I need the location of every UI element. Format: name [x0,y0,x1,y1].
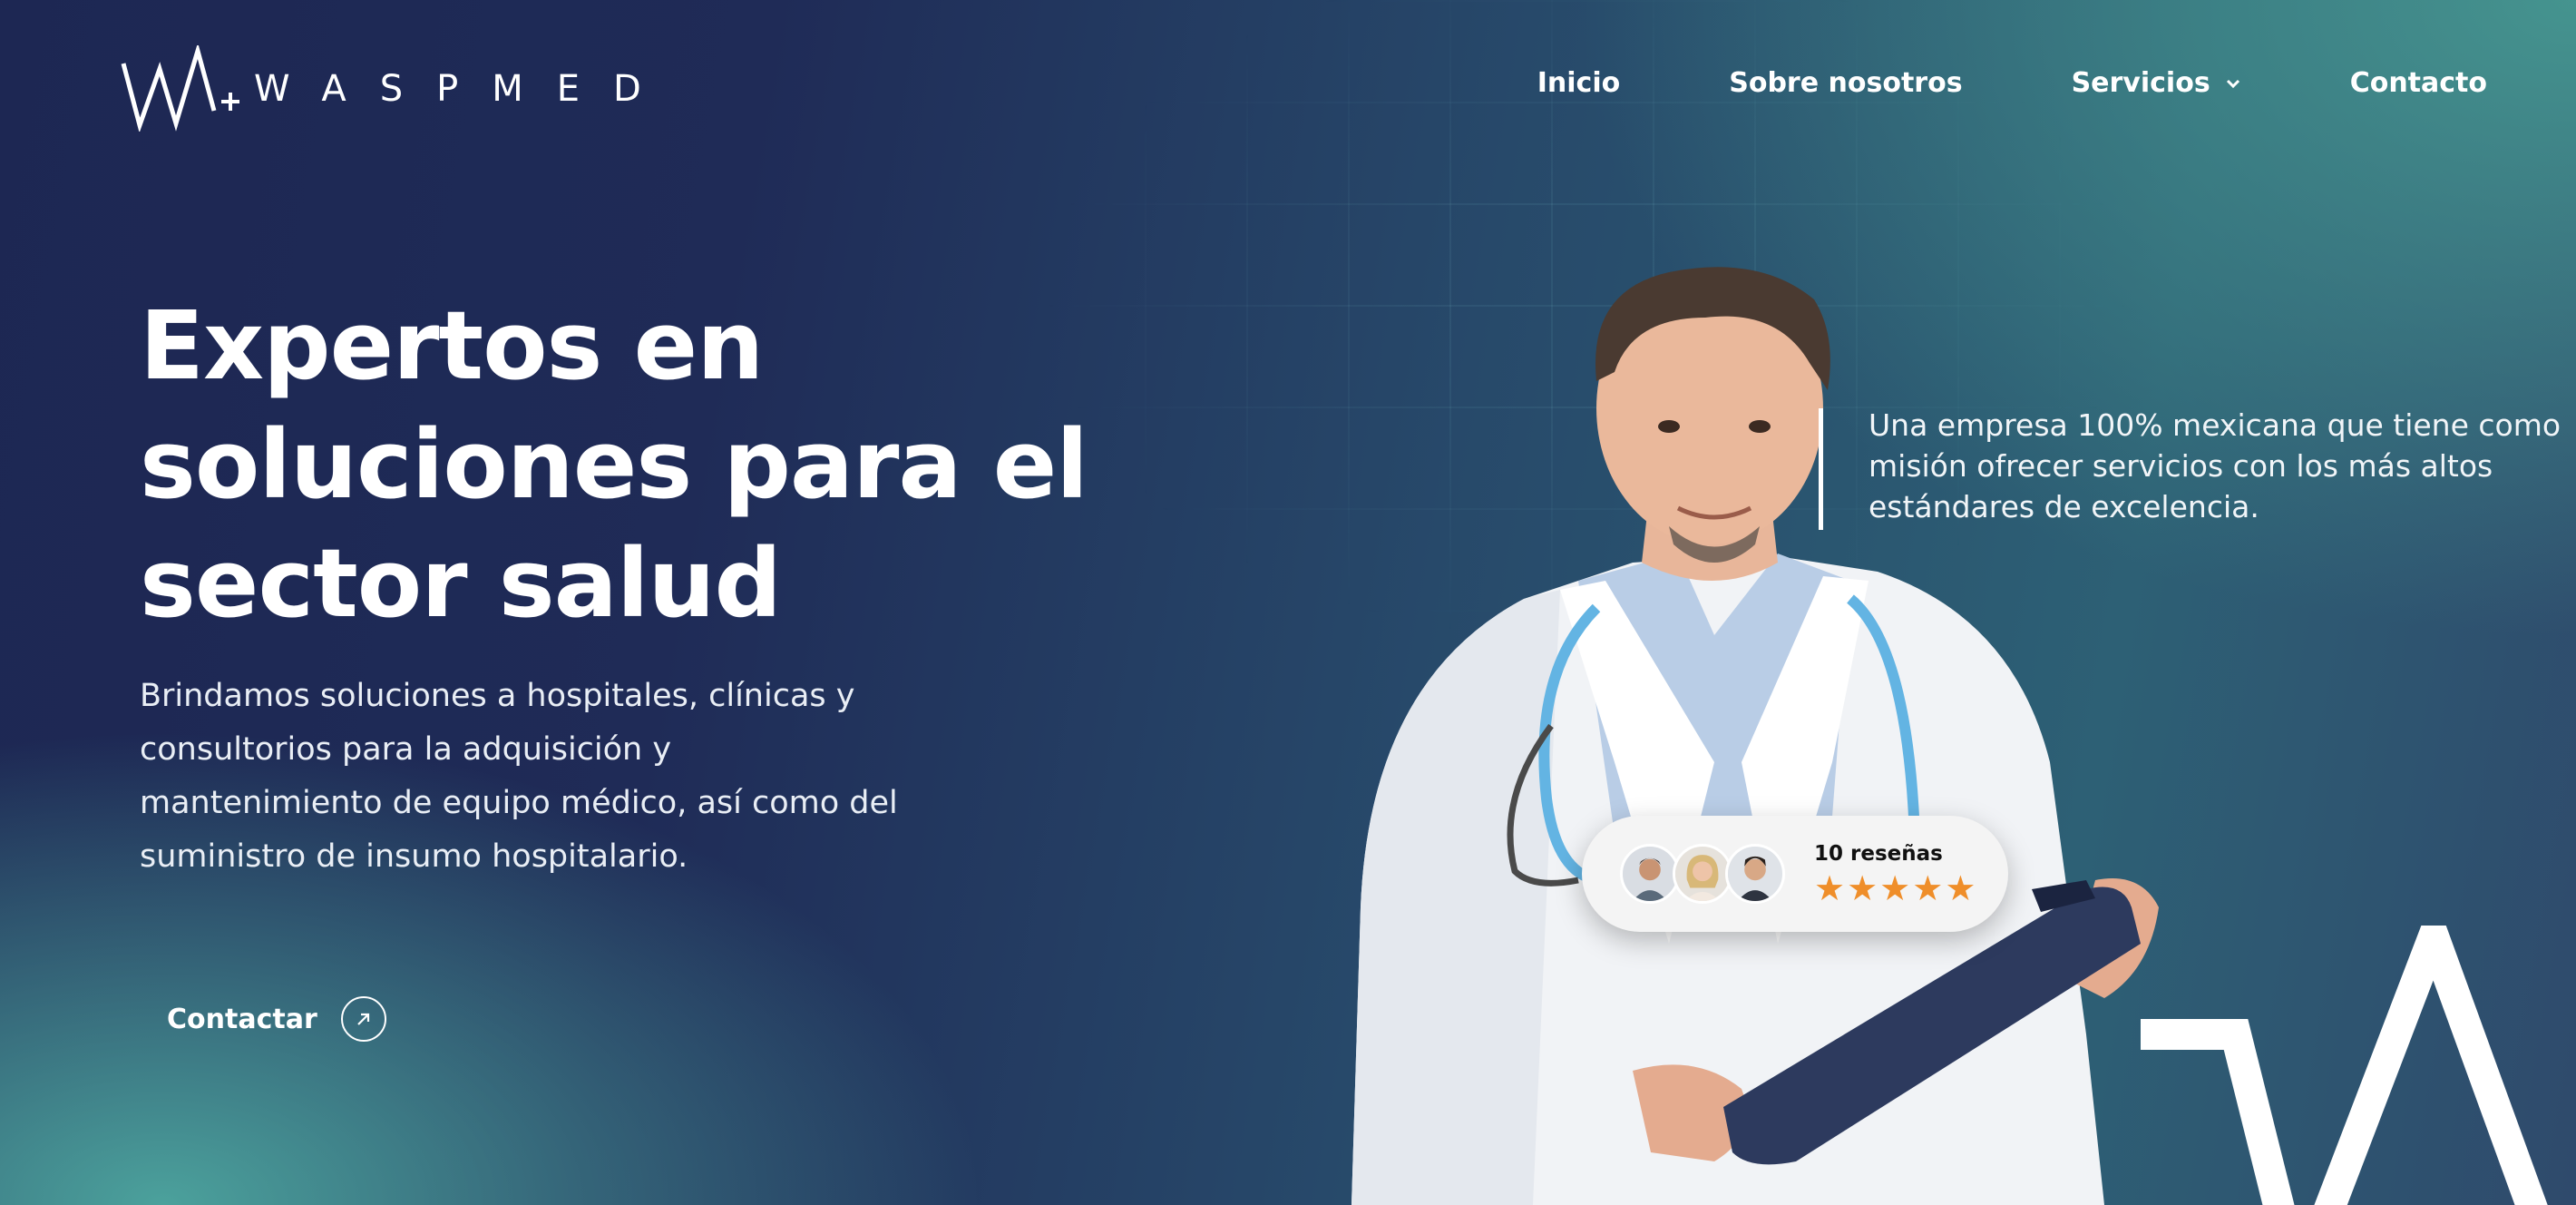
mission-text: Una empresa 100% mexicana que tiene como… [1869,407,2561,524]
hero-title-line-1: Expertos en [140,290,764,401]
avatar [1725,844,1785,904]
reviewer-avatars [1620,844,1785,904]
doctor-image [1351,267,2159,1205]
hero-title: Expertos en soluciones para el sector sa… [140,287,1137,643]
nav-servicios[interactable]: Servicios [2072,67,2241,99]
main-nav: Inicio Sobre nosotros Servicios Contacto [1429,67,2487,99]
star-icon: ★ [1814,868,1846,908]
star-icon: ★ [1879,868,1911,908]
nav-sobre-nosotros[interactable]: Sobre nosotros [1729,67,1962,99]
reviews-badge[interactable]: 10 reseñas ★ ★ ★ ★ ★ [1582,816,2008,932]
contactar-button[interactable]: Contactar [167,996,386,1042]
hero-title-line-2: soluciones para el [140,409,1088,520]
hero-page: WASPMED Inicio Sobre nosotros Servicios … [0,0,2576,1205]
avatar [1673,844,1732,904]
nav-contacto[interactable]: Contacto [2350,67,2487,99]
star-rating: ★ ★ ★ ★ ★ [1814,871,1977,906]
nav-inicio[interactable]: Inicio [1537,67,1620,99]
hero-subtitle: Brindamos soluciones a hospitales, clíni… [140,678,898,875]
reviews-count: 10 reseñas [1814,842,1943,866]
star-icon: ★ [1847,868,1878,908]
arrow-up-right-icon [340,996,386,1042]
chevron-down-icon [2226,79,2239,88]
nav-servicios-label: Servicios [2071,67,2210,99]
reviews-info: 10 reseñas ★ ★ ★ ★ ★ [1814,842,1977,906]
contactar-label: Contactar [167,1003,317,1035]
star-icon: ★ [1912,868,1944,908]
star-icon: ★ [1945,868,1976,908]
quote-divider [1819,408,1823,530]
avatar [1620,844,1680,904]
logo-mark-icon [121,45,239,132]
brand-logo[interactable]: WASPMED [120,45,675,132]
brand-mark-decoration-icon [2141,926,2548,1205]
brand-name: WASPMED [254,67,675,110]
hero-title-line-3: sector salud [140,528,782,639]
